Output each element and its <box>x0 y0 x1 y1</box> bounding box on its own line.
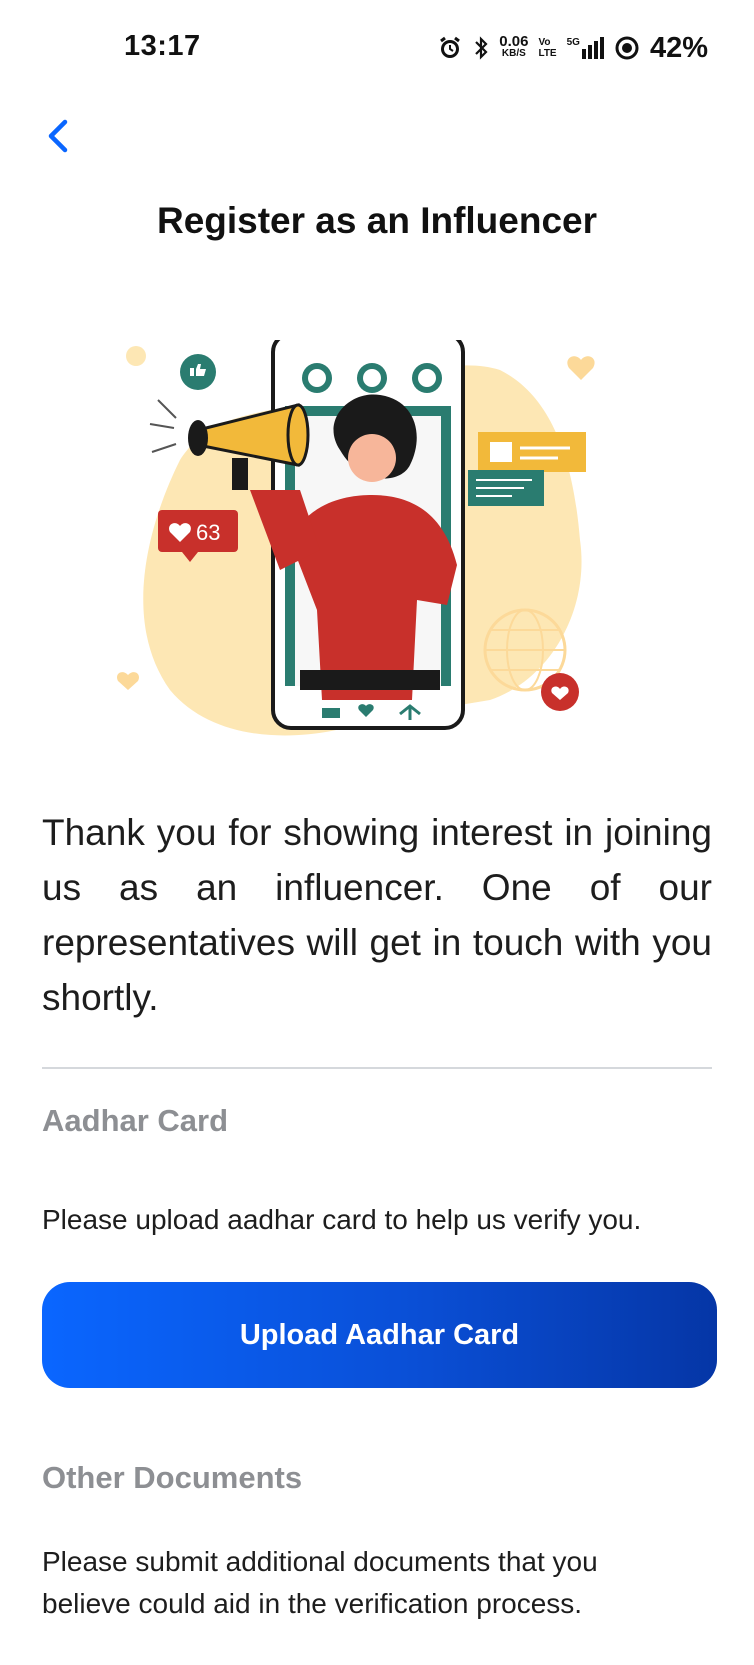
signal-icon <box>581 37 604 59</box>
influencer-illustration: 63 <box>117 340 595 736</box>
megaphone-sound-lines <box>149 399 177 453</box>
bluetooth-icon <box>475 36 488 60</box>
other-documents-section-title: Other Documents <box>42 1460 303 1495</box>
back-button[interactable] <box>38 112 78 160</box>
volte-indicator: Vo LTE <box>538 37 556 59</box>
alarm-icon <box>440 36 461 58</box>
battery-percent: 42% <box>649 31 708 64</box>
battery-saver-icon <box>615 36 639 60</box>
chevron-left-icon <box>48 119 68 153</box>
other-documents-description: Please submit additional documents that … <box>42 1546 598 1619</box>
status-bar: 13:17 0.06 KB/S Vo LTE 5G 42% <box>0 0 754 96</box>
volte-top: Vo <box>538 37 551 48</box>
signal-5g: 5G <box>567 37 604 59</box>
heart-decoration-icon <box>117 672 139 690</box>
divider <box>42 1067 712 1069</box>
upload-aadhar-button[interactable]: Upload Aadhar Card <box>42 1282 717 1388</box>
status-time: 13:17 <box>124 30 201 62</box>
intro-message: Thank you for showing interest in joinin… <box>42 812 712 1018</box>
aadhar-section-description: Please upload aadhar card to help us ver… <box>42 1204 642 1235</box>
page-title: Register as an Influencer <box>156 200 598 241</box>
net-speed-value: 0.06 <box>499 33 529 50</box>
net-speed-unit: KB/S <box>501 48 526 59</box>
likes-count: 63 <box>196 520 220 545</box>
net-speed: 0.06 KB/S <box>499 33 529 60</box>
aadhar-section-title: Aadhar Card <box>42 1103 229 1138</box>
upload-aadhar-button-label: Upload Aadhar Card <box>239 1318 520 1351</box>
volte-bottom: LTE <box>538 48 557 59</box>
status-icons: 0.06 KB/S Vo LTE 5G 42% <box>437 28 708 68</box>
heart-decoration-icon <box>567 356 595 380</box>
dot-decoration <box>126 346 146 366</box>
network-type: 5G <box>566 37 580 48</box>
